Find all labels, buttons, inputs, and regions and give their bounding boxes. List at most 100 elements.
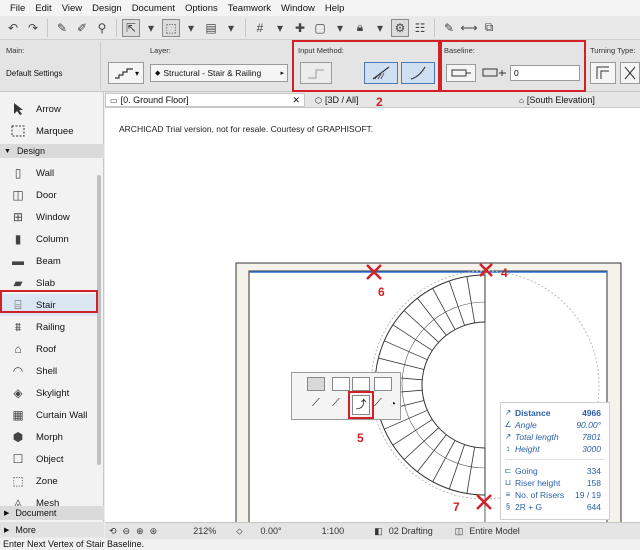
stair-settings-button[interactable]: ▾ <box>108 62 144 84</box>
roof-icon: ⌂ <box>14 342 22 356</box>
zoom-out-icon[interactable]: ⊖ <box>123 526 131 537</box>
tab-ground-floor[interactable]: ▭ [0. Ground Floor] ✕ <box>105 93 305 107</box>
tracker-row[interactable]: ↗ Total length 7801 <box>501 431 611 442</box>
rotate-view-icon[interactable]: ⟲ <box>109 526 117 537</box>
dropdown-icon[interactable]: ▾ <box>331 19 349 37</box>
tool-window[interactable]: ⊞ Window <box>0 206 100 228</box>
tool-railing[interactable]: ⩩ Railing <box>0 316 100 338</box>
toolbar-divider <box>47 18 48 37</box>
pet-tangent-icon[interactable]: ⟋ <box>332 397 340 410</box>
skylight-icon: ◈ <box>13 386 23 400</box>
section-design[interactable]: ▼ Design <box>0 144 104 158</box>
tool-curtain-wall[interactable]: ▦ Curtain Wall <box>0 404 100 426</box>
tool-skylight[interactable]: ◈ Skylight <box>0 382 100 404</box>
3d-view-icon: ⬡ <box>315 95 322 105</box>
close-tab-icon[interactable]: ✕ <box>292 95 300 106</box>
info-icon[interactable]: ⧉ <box>480 19 498 37</box>
pet-rotate-icon[interactable] <box>374 377 392 391</box>
layer-dropdown[interactable]: ◆ Structural - Stair & Railing ▸ <box>150 64 288 82</box>
pencil-icon[interactable]: ✎ <box>53 19 71 37</box>
pet-offset-icon[interactable]: ⟋ <box>374 397 382 410</box>
fit-window-icon[interactable]: ⊛ <box>150 526 158 537</box>
section-document[interactable]: ▶ Document <box>0 506 104 520</box>
zoom-value[interactable]: 212% <box>193 526 216 536</box>
tracker-row[interactable]: ⊔ Riser height 158 <box>501 477 611 488</box>
layer-combination-icon: ◧ <box>374 525 383 536</box>
pet-cross-icon[interactable] <box>352 377 370 391</box>
tool-beam[interactable]: ▬ Beam <box>0 250 100 272</box>
menu-view[interactable]: View <box>57 3 87 14</box>
tool-zone[interactable]: ⬚ Zone <box>0 470 100 492</box>
tab-south-elevation[interactable]: ⌂ [South Elevation] <box>515 93 640 107</box>
marquee-icon[interactable]: ⬚ <box>162 18 180 37</box>
triangle-right-icon: ▶ <box>4 510 10 517</box>
lock-icon[interactable]: 🔒︎ <box>351 19 369 37</box>
tool-marquee[interactable]: Marquee <box>0 120 100 142</box>
dropdown-icon[interactable]: ▾ <box>222 19 240 37</box>
tool-door[interactable]: ◫ Door <box>0 184 100 206</box>
layer-icon: ◆ <box>155 70 161 77</box>
layer-combination-value[interactable]: 02 Drafting <box>389 526 433 536</box>
measure-icon[interactable]: ⟷ <box>460 19 478 37</box>
grid-snap-icon[interactable]: # <box>251 19 269 37</box>
zoom-in-icon[interactable]: ⊕ <box>136 526 144 537</box>
mark-up-icon[interactable]: ✎ <box>440 19 458 37</box>
settings-icon[interactable]: ⚙ <box>391 18 409 37</box>
toolbar-divider <box>116 18 117 37</box>
guide-icon[interactable]: ✚ <box>291 19 309 37</box>
pet-palette: ⟋ ⟋ ⤴ ⟋ ◔ <box>291 372 401 420</box>
menu-teamwork[interactable]: Teamwork <box>223 3 276 14</box>
menu-help[interactable]: Help <box>320 3 350 14</box>
dropdown-icon[interactable]: ▾ <box>271 19 289 37</box>
pet-rect-icon[interactable] <box>332 377 350 391</box>
layout-icon[interactable]: ▤ <box>202 19 220 37</box>
tool-roof[interactable]: ⌂ Roof <box>0 338 100 360</box>
dropdown-icon[interactable]: ▾ <box>142 19 160 37</box>
tracker-row-value: 158 <box>586 477 601 488</box>
menu-edit[interactable]: Edit <box>30 3 56 14</box>
pet-arc-icon[interactable]: ◔ <box>390 399 396 410</box>
pick-up-icon[interactable]: ✐ <box>73 19 91 37</box>
model-view-value[interactable]: Entire Model <box>469 526 520 536</box>
dropdown-icon[interactable]: ▾ <box>371 19 389 37</box>
angle-value[interactable]: 0.00° <box>261 526 282 536</box>
toolbox-scrollbar[interactable] <box>97 175 101 465</box>
tool-morph[interactable]: ⬢ Morph <box>0 426 100 448</box>
menu-document[interactable]: Document <box>127 3 180 14</box>
undo-icon[interactable]: ↶ <box>4 19 22 37</box>
tool-column[interactable]: ▮ Column <box>0 228 100 250</box>
section-more[interactable]: ▶ More <box>0 522 104 537</box>
tracker-row[interactable]: ⊏ Going 334 <box>501 465 611 476</box>
turning-landing-button[interactable] <box>590 62 616 84</box>
redo-icon[interactable]: ↷ <box>24 19 42 37</box>
standard-toolbar: ↶ ↷ ✎ ✐ ⚲ ⇱ ▾ ⬚ ▾ ▤ ▾ # ▾ ✚ ▢ ▾ 🔒︎ ▾ ⚙ ☷… <box>0 16 640 40</box>
menu-options[interactable]: Options <box>180 3 223 14</box>
turning-winder-button[interactable] <box>620 62 640 84</box>
tracker-row[interactable]: ≡ No. of Risers 19 / 19 <box>501 489 611 500</box>
dropdown-icon[interactable]: ▾ <box>182 19 200 37</box>
tab-3d-all[interactable]: ⬡ [3D / All] <box>311 93 507 107</box>
tracker-row[interactable]: ↗ Distance 4966 <box>501 407 611 418</box>
tracker-row[interactable]: § 2R + G 644 <box>501 501 611 512</box>
trace-icon[interactable]: ▢ <box>311 19 329 37</box>
scale-value[interactable]: 1:100 <box>322 526 345 536</box>
favorites-icon[interactable]: ☷ <box>411 19 429 37</box>
tool-object[interactable]: ☐ Object <box>0 448 100 470</box>
inject-icon[interactable]: ⚲ <box>93 19 111 37</box>
tracker-row[interactable]: ∠ Angle 90.00° <box>501 419 611 430</box>
toolbar-divider <box>245 18 246 37</box>
tool-shell[interactable]: ◠ Shell <box>0 360 100 382</box>
tool-wall[interactable]: ▯ Wall <box>0 162 100 184</box>
pet-straight-segment-icon[interactable]: ⟋ <box>312 397 320 410</box>
tool-arrow[interactable]: Arrow <box>0 98 100 120</box>
main-settings-value[interactable]: Default Settings <box>6 69 62 78</box>
pet-grid-icon[interactable] <box>307 377 325 391</box>
menu-design[interactable]: Design <box>87 3 127 14</box>
tracker-row[interactable]: ↕ Height 3000 <box>501 443 611 454</box>
menu-file[interactable]: File <box>5 3 30 14</box>
tracker-row-value: 90.00° <box>576 419 601 430</box>
tracker-divider <box>505 459 605 460</box>
railing-icon: ⩩ <box>14 319 22 334</box>
menu-window[interactable]: Window <box>276 3 320 14</box>
arrow-select-icon[interactable]: ⇱ <box>122 18 140 37</box>
